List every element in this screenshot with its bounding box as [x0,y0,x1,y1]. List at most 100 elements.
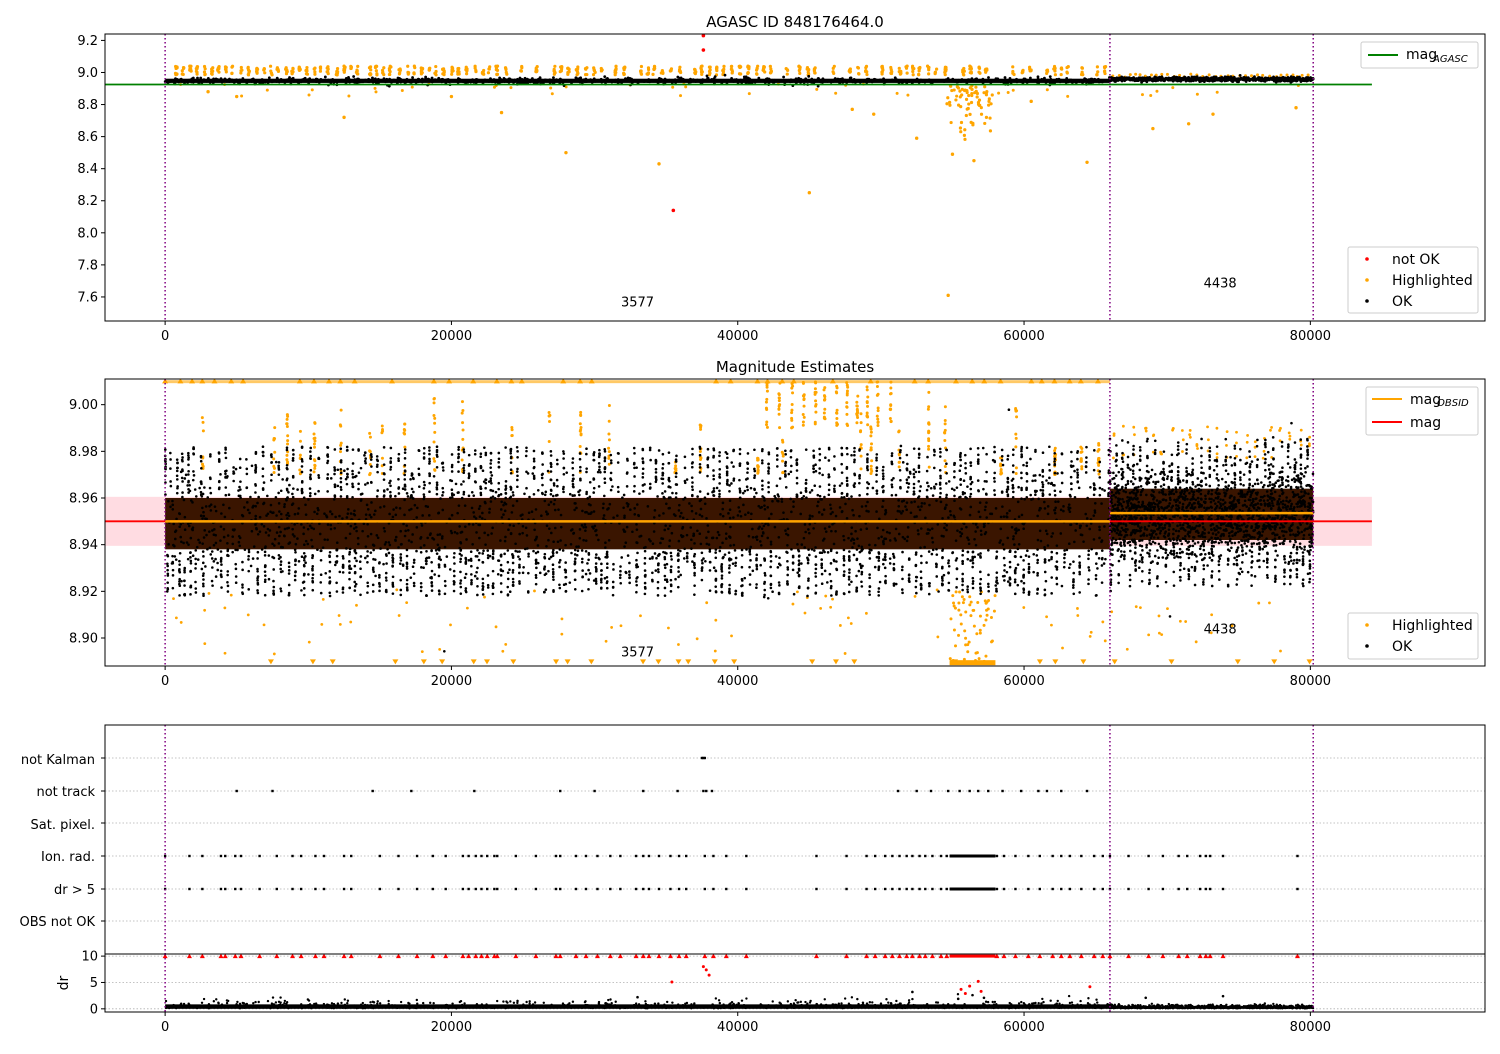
ok-point [655,557,658,560]
ok-point [503,501,506,504]
highlighted-point [1076,607,1079,610]
ok-point [516,78,519,81]
ok-point [1174,79,1177,82]
highlighted-point [1045,72,1048,75]
ok-point [979,516,982,519]
ok-point [554,509,557,512]
ok-point [623,545,626,548]
highlighted-point [433,468,436,471]
highlighted-point [433,401,436,404]
highlighted-point [509,86,512,89]
ok-point [241,77,244,80]
highlighted-point [835,391,838,394]
highlighted-point [994,594,997,597]
highlighted-point [320,623,323,626]
ok-point [900,79,903,82]
ok-point [1015,532,1018,535]
ok-point [830,530,833,533]
ok-point [198,487,201,490]
ok-point [477,523,480,526]
ok-point [334,564,337,567]
ok-point [309,487,312,490]
ok-point [179,552,182,555]
ok-point [271,542,274,545]
ok-point [415,516,418,519]
ok-point [815,470,818,473]
ok-point [1084,513,1087,516]
ok-point [915,515,918,518]
ok-point [1032,571,1035,574]
ok-point [738,510,741,513]
ok-point [740,515,743,518]
ok-point [505,480,508,483]
highlighted-point [721,69,724,72]
highlighted-point [927,448,930,451]
ok-point [278,535,281,538]
ok-point [304,561,307,564]
ok-point [216,569,219,572]
ok-point [171,504,174,507]
highlighted-point [535,70,538,73]
ok-point [775,555,778,558]
ok-point [353,513,356,516]
ok-point [227,534,230,537]
highlighted-point [286,422,289,425]
ok-point [945,529,948,532]
ok-point [762,532,765,535]
ok-point [932,541,935,544]
ok-point [729,517,732,520]
ok-point [373,544,376,547]
ok-point [1006,512,1009,515]
highlighted-point [206,90,209,93]
ok-point [449,568,452,571]
highlighted-point [594,71,597,74]
ok-point [374,510,377,513]
ok-point [1216,78,1219,81]
ok-point [365,513,368,516]
ok-point [978,510,981,513]
highlighted-point [815,403,818,406]
highlighted-point [987,100,990,103]
ok-point [1047,505,1050,508]
highlighted-point [395,588,398,591]
highlighted-point [560,69,563,72]
ok-point [347,522,350,525]
not-ok-point [672,209,676,213]
highlighted-point [338,614,341,617]
ok-point [630,78,633,81]
ok-point [1050,535,1053,538]
ok-point [272,511,275,514]
ok-point [278,542,281,545]
ok-point [974,78,977,81]
ok-point [1078,80,1081,83]
ok-point [667,79,670,82]
ok-point [457,81,460,84]
ok-point [1309,79,1312,82]
ok-point [336,81,339,84]
ok-point [959,80,962,83]
highlighted-point [1216,91,1219,94]
highlighted-point [464,68,467,71]
ok-point [834,530,837,533]
highlighted-point [944,459,947,462]
ok-point [199,79,202,82]
ok-point [608,539,611,542]
highlighted-point [1207,438,1210,441]
ok-point [600,78,603,81]
ok-point [355,583,358,586]
ok-point [999,528,1002,531]
ok-point [224,516,227,519]
ok-point [512,494,515,497]
ok-point [694,80,697,83]
ok-point [1017,548,1020,551]
ok-point [795,80,798,83]
ok-point [732,516,735,519]
ok-point [512,81,515,84]
highlighted-point [990,640,993,643]
highlighted-point [855,421,858,424]
ok-point [297,512,300,515]
ok-point [603,477,606,480]
highlighted-point [934,71,937,74]
ok-point [1049,78,1052,81]
ok-point [528,511,531,514]
